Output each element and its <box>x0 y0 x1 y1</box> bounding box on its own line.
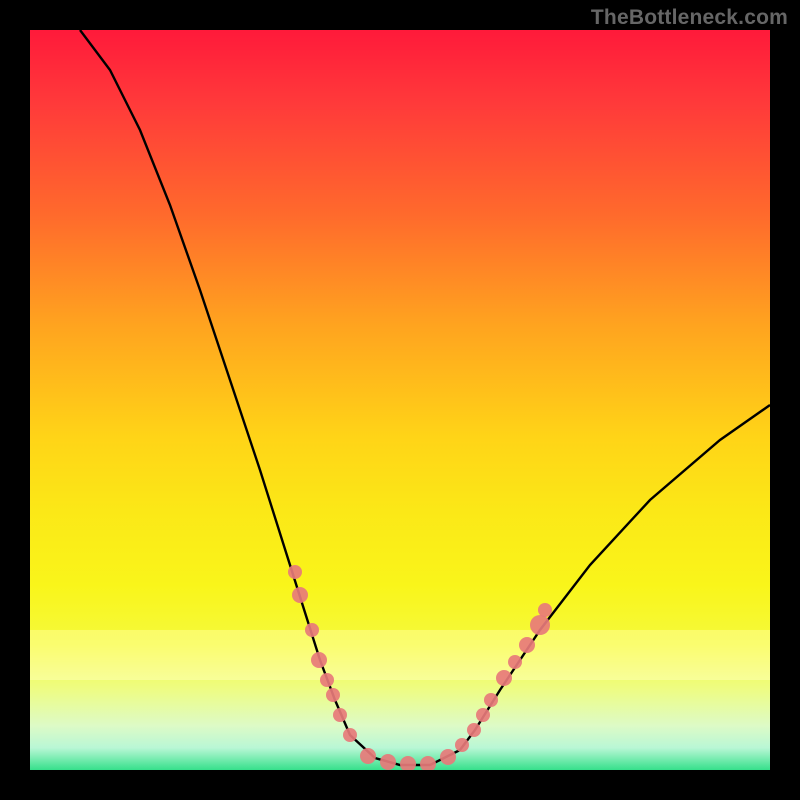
watermark-text: TheBottleneck.com <box>591 6 788 30</box>
data-marker <box>305 623 319 637</box>
data-marker <box>508 655 522 669</box>
data-marker <box>360 748 376 764</box>
chart-frame: TheBottleneck.com <box>0 0 800 800</box>
data-markers <box>288 565 552 770</box>
bottleneck-curve <box>80 30 770 765</box>
data-marker <box>440 749 456 765</box>
plot-area <box>30 30 770 770</box>
data-marker <box>311 652 327 668</box>
data-marker <box>380 754 396 770</box>
data-marker <box>476 708 490 722</box>
data-marker <box>467 723 481 737</box>
data-marker <box>530 615 550 635</box>
data-marker <box>538 603 552 617</box>
data-marker <box>400 756 416 770</box>
data-marker <box>343 728 357 742</box>
data-marker <box>288 565 302 579</box>
data-marker <box>320 673 334 687</box>
data-marker <box>420 756 436 770</box>
data-marker <box>519 637 535 653</box>
data-marker <box>333 708 347 722</box>
data-marker <box>496 670 512 686</box>
data-marker <box>292 587 308 603</box>
data-marker <box>326 688 340 702</box>
data-marker <box>484 693 498 707</box>
data-marker <box>455 738 469 752</box>
curve-layer <box>30 30 770 770</box>
